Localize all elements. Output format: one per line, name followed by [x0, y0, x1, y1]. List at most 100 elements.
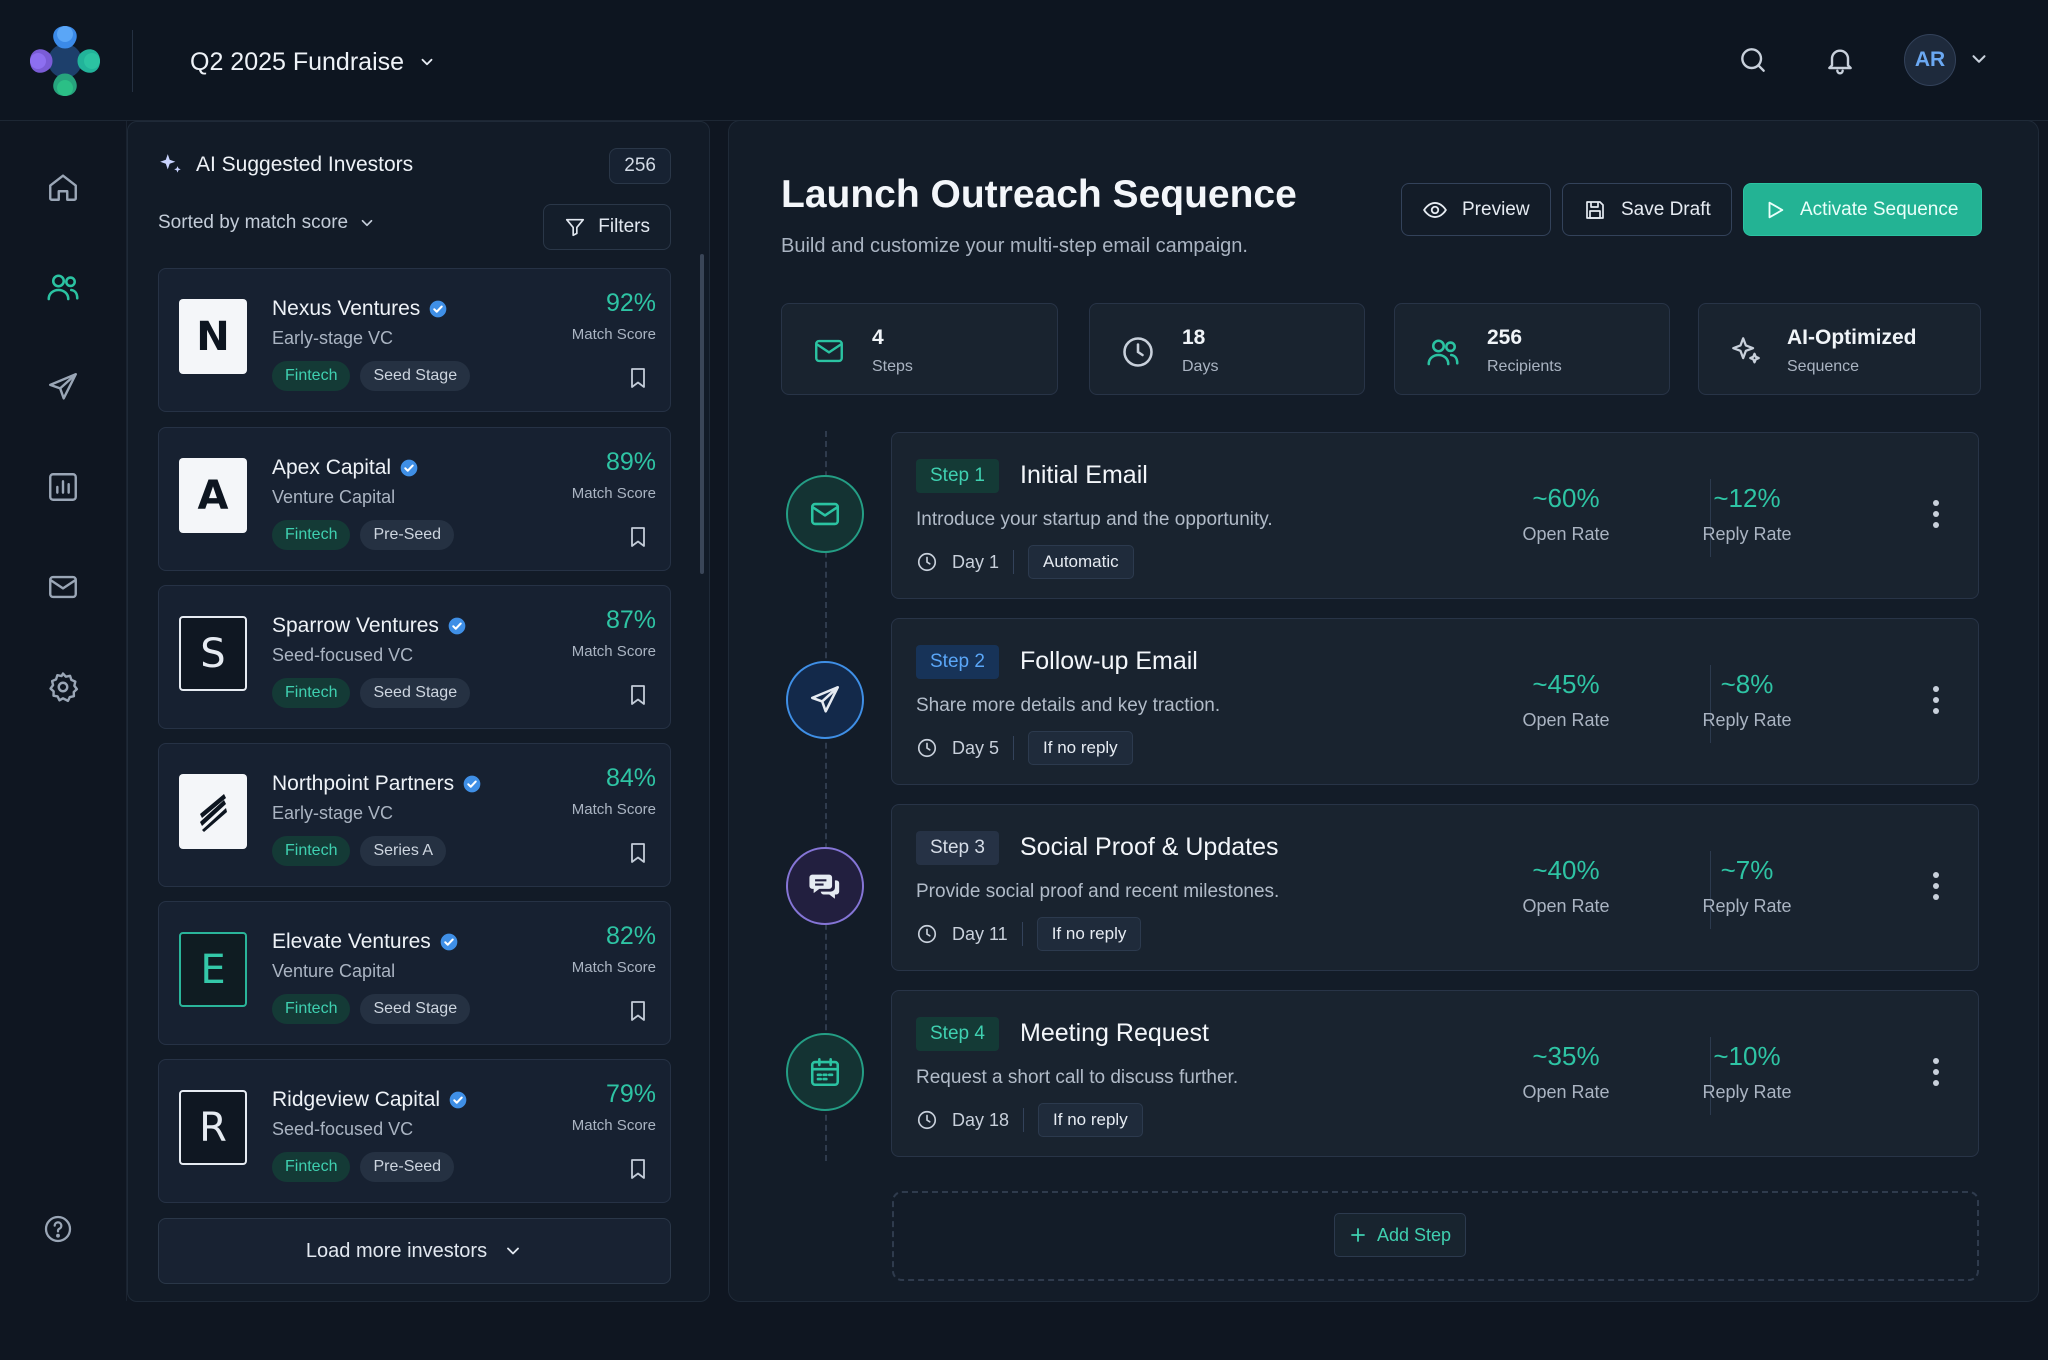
sidebar-item-outreach[interactable] — [43, 367, 83, 407]
reply-rate-value: ~12% — [1713, 483, 1781, 513]
sector-tag: Fintech — [272, 1152, 351, 1182]
bell-icon[interactable] — [1820, 40, 1860, 80]
sidebar-item-analytics[interactable] — [43, 467, 83, 507]
sidebar-item-settings[interactable] — [43, 667, 83, 707]
sector-tag: Fintech — [272, 836, 351, 866]
sector-tag: Fintech — [272, 361, 351, 391]
filters-button[interactable]: Filters — [543, 204, 671, 250]
bookmark-icon[interactable] — [626, 1156, 650, 1182]
sequence-step-card[interactable]: Step 4 Meeting Request Request a short c… — [891, 990, 1979, 1157]
match-score: 92% Match Score — [572, 289, 656, 343]
step-description: Introduce your startup and the opportuni… — [916, 509, 1273, 530]
add-step-button[interactable]: Add Step — [1334, 1213, 1467, 1257]
investor-logo — [179, 774, 247, 849]
bookmark-icon[interactable] — [626, 840, 650, 866]
investor-list-scrollbar[interactable] — [700, 254, 704, 574]
step-title: Follow-up Email — [1020, 647, 1198, 675]
investor-card[interactable]: S Sparrow Ventures Seed-focused VC Finte… — [158, 585, 671, 729]
step-condition[interactable]: If no reply — [1038, 1103, 1143, 1137]
sequence-step-card[interactable]: Step 3 Social Proof & Updates Provide so… — [891, 804, 1979, 971]
match-score-label: Match Score — [571, 643, 656, 660]
sparkle-icon — [1729, 334, 1763, 368]
search-icon[interactable] — [1733, 40, 1773, 80]
sort-dropdown[interactable]: Sorted by match score — [158, 212, 376, 234]
open-rate-value: ~45% — [1532, 669, 1600, 699]
chevron-down-icon — [503, 1241, 523, 1261]
more-options-icon[interactable] — [1932, 499, 1940, 529]
match-score-label: Match Score — [571, 1117, 656, 1134]
investors-panel-title: AI Suggested Investors — [196, 153, 414, 176]
investor-tags: Fintech Pre-Seed — [272, 520, 455, 550]
sidebar-item-inbox[interactable] — [43, 567, 83, 607]
bookmark-icon[interactable] — [626, 682, 650, 708]
topbar-divider — [132, 30, 133, 92]
investor-name-row: Sparrow Ventures — [272, 614, 467, 638]
meta-divider — [1013, 550, 1015, 574]
stage-tag: Pre-Seed — [360, 1152, 455, 1182]
timeline-node-step-1 — [786, 475, 864, 553]
account-chevron-down-icon[interactable] — [1968, 48, 1990, 70]
reply-rate-label: Reply Rate — [1702, 896, 1792, 916]
stat-value: 256 — [1487, 326, 1523, 349]
step-day: Day 1 — [952, 551, 1000, 572]
more-options-icon[interactable] — [1932, 871, 1940, 901]
investor-name: Nexus Ventures — [272, 297, 421, 320]
step-day: Day 11 — [952, 923, 1008, 944]
more-options-icon[interactable] — [1932, 685, 1940, 715]
investor-name: Sparrow Ventures — [272, 614, 439, 637]
open-rate-label: Open Rate — [1522, 710, 1610, 730]
bookmark-icon[interactable] — [626, 524, 650, 550]
investors-panel-header: AI Suggested Investors — [158, 152, 413, 178]
bookmark-icon[interactable] — [626, 998, 650, 1024]
match-score-label: Match Score — [571, 326, 656, 343]
chat-icon — [809, 874, 840, 899]
sidebar-item-investors[interactable] — [43, 267, 83, 307]
match-score-value: 82% — [605, 922, 656, 950]
sidebar-item-home[interactable] — [43, 167, 83, 207]
step-title: Meeting Request — [1020, 1019, 1210, 1047]
clock-icon — [916, 551, 938, 573]
match-score: 79% Match Score — [572, 1080, 656, 1134]
investor-name: Northpoint Partners — [272, 772, 455, 795]
step-condition[interactable]: If no reply — [1036, 917, 1142, 951]
investor-card[interactable]: E Elevate Ventures Venture Capital Finte… — [158, 901, 671, 1045]
investor-logo: S — [179, 616, 247, 691]
investor-card[interactable]: N Nexus Ventures Early-stage VC Fintech … — [158, 268, 671, 412]
match-score-label: Match Score — [571, 485, 656, 502]
add-step-label: Add Step — [1377, 1224, 1452, 1245]
sector-tag: Fintech — [272, 520, 351, 550]
activate-sequence-button[interactable]: Activate Sequence — [1743, 183, 1982, 236]
plus-icon — [1349, 1226, 1367, 1244]
sort-label: Sorted by match score — [158, 212, 349, 233]
investor-name-row: Elevate Ventures — [272, 930, 459, 954]
help-icon[interactable] — [38, 1209, 78, 1249]
more-options-icon[interactable] — [1932, 1057, 1940, 1087]
sequence-step-card[interactable]: Step 1 Initial Email Introduce your star… — [891, 432, 1979, 599]
project-selector[interactable]: Q2 2025 Fundraise — [190, 42, 436, 82]
preview-button[interactable]: Preview — [1401, 183, 1551, 236]
project-title: Q2 2025 Fundraise — [190, 47, 405, 76]
investor-tags: Fintech Pre-Seed — [272, 1152, 455, 1182]
sequence-step-card[interactable]: Step 2 Follow-up Email Share more detail… — [891, 618, 1979, 785]
open-rate: ~45% Open Rate — [1506, 669, 1626, 731]
step-condition[interactable]: Automatic — [1028, 545, 1134, 579]
investor-card[interactable]: R Ridgeview Capital Seed-focused VC Fint… — [158, 1059, 671, 1203]
chevron-down-icon — [418, 53, 436, 71]
save-draft-label: Save Draft — [1621, 198, 1711, 220]
investor-logo: R — [179, 1090, 247, 1165]
app-logo[interactable] — [24, 20, 106, 102]
investor-card[interactable]: A Apex Capital Venture Capital Fintech P… — [158, 427, 671, 571]
investor-logo: A — [179, 458, 247, 533]
investor-card[interactable]: Northpoint Partners Early-stage VC Finte… — [158, 743, 671, 887]
investor-logo: E — [179, 932, 247, 1007]
add-step-dropzone[interactable]: Add Step — [892, 1191, 1979, 1281]
avatar[interactable]: AR — [1904, 34, 1956, 86]
stat-label: Sequence — [1787, 358, 1860, 375]
step-condition[interactable]: If no reply — [1028, 731, 1133, 765]
save-draft-button[interactable]: Save Draft — [1562, 183, 1732, 236]
load-more-button[interactable]: Load more investors — [158, 1218, 671, 1284]
investor-type: Early-stage VC — [272, 803, 394, 823]
verified-icon — [447, 616, 467, 636]
save-icon — [1583, 198, 1607, 222]
bookmark-icon[interactable] — [626, 365, 650, 391]
